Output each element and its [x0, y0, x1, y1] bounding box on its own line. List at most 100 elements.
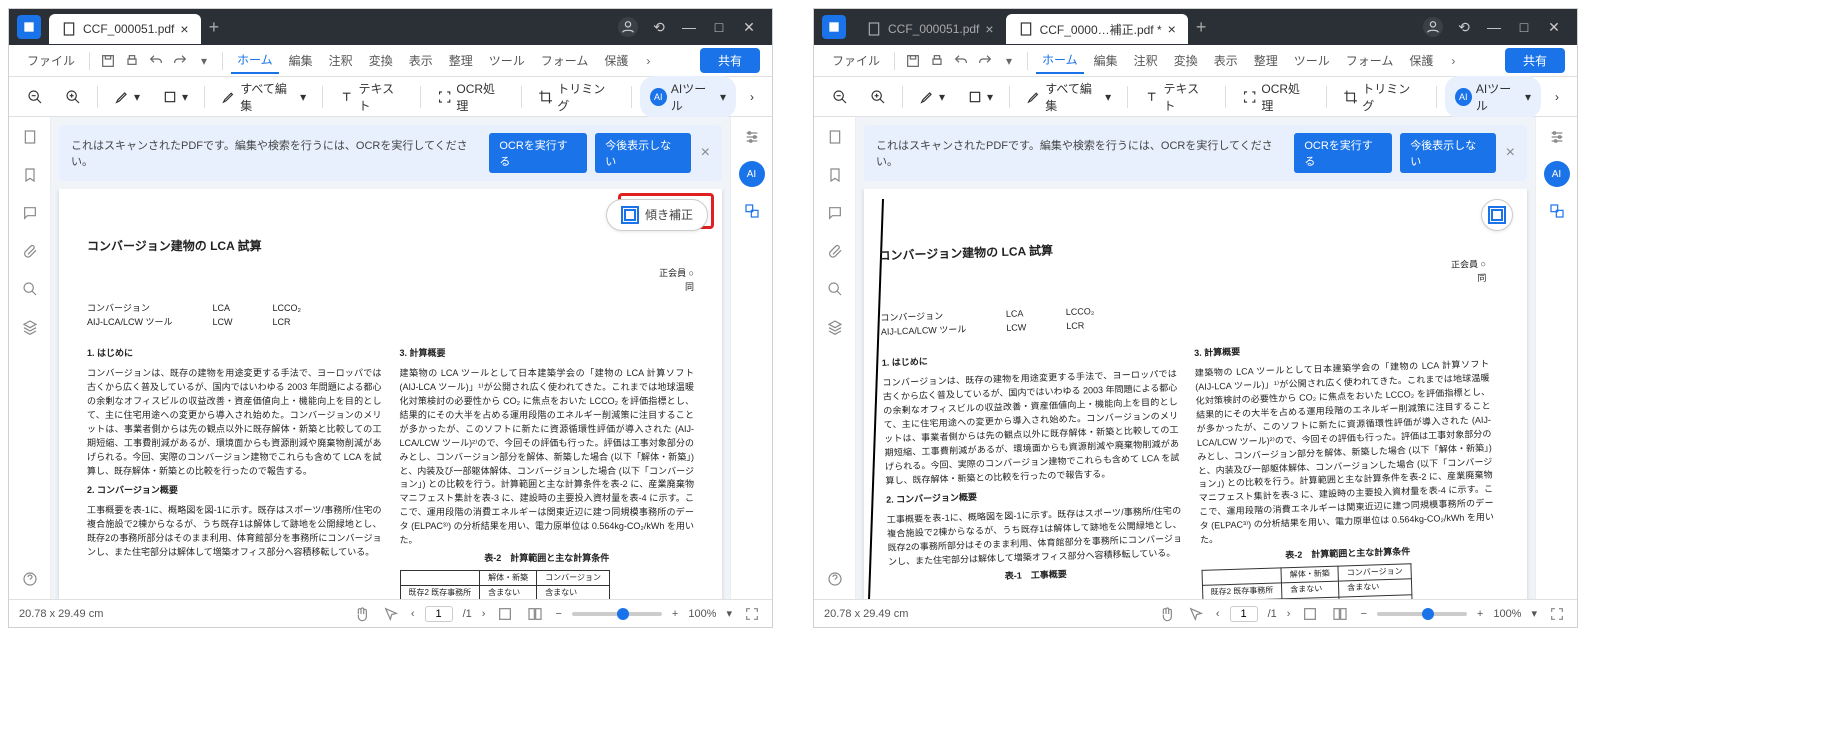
close-button[interactable]: ✕	[1539, 12, 1569, 42]
settings-icon[interactable]	[1547, 127, 1567, 147]
dropdown-icon[interactable]: ▾	[999, 51, 1019, 71]
user-icon[interactable]	[618, 17, 638, 37]
thumbnail-icon[interactable]	[825, 127, 845, 147]
comment-icon[interactable]	[825, 203, 845, 223]
menu-home[interactable]: ホーム	[231, 47, 279, 74]
highlight-icon[interactable]: ▾	[106, 85, 148, 109]
trim-button[interactable]: トリミング	[530, 76, 623, 118]
zoom-dropdown-icon[interactable]: ▾	[1531, 607, 1537, 620]
tab-close-icon[interactable]: ×	[180, 21, 188, 37]
fullscreen-icon[interactable]	[742, 604, 762, 624]
help-icon[interactable]	[825, 569, 845, 589]
text-button[interactable]: テキスト	[331, 76, 412, 118]
ai-badge[interactable]: AI	[739, 161, 765, 187]
layout-icon[interactable]	[525, 604, 545, 624]
menu-organize[interactable]: 整理	[1248, 48, 1284, 73]
menu-protect[interactable]: 保護	[598, 48, 634, 73]
next-page-icon[interactable]: ›	[482, 608, 486, 620]
menu-annotate[interactable]: 注釈	[323, 48, 359, 73]
ai-tools-button[interactable]: AIAIツール▾	[640, 76, 736, 118]
settings-icon[interactable]	[742, 127, 762, 147]
deskew-button[interactable]: 傾き補正	[606, 199, 708, 231]
ocr-button[interactable]: OCR処理	[1234, 76, 1318, 118]
zoom-out-button[interactable]	[19, 85, 51, 109]
layout-icon[interactable]	[1330, 604, 1350, 624]
select-icon[interactable]	[1186, 604, 1206, 624]
page-input[interactable]	[1230, 606, 1258, 622]
share-button[interactable]: 共有	[1505, 48, 1565, 73]
save-icon[interactable]	[98, 51, 118, 71]
fullscreen-icon[interactable]	[1547, 604, 1567, 624]
redo-icon[interactable]	[975, 51, 995, 71]
hand-icon[interactable]	[351, 604, 371, 624]
layers-icon[interactable]	[20, 317, 40, 337]
prev-page-icon[interactable]: ‹	[1216, 608, 1220, 620]
next-page-icon[interactable]: ›	[1287, 608, 1291, 620]
tab-1[interactable]: CCF_0000…補正.pdf * ×	[1006, 14, 1188, 44]
close-button[interactable]: ✕	[734, 12, 764, 42]
tab-0[interactable]: CCF_000051.pdf ×	[854, 14, 1006, 44]
select-icon[interactable]	[381, 604, 401, 624]
menu-file[interactable]: ファイル	[826, 48, 886, 73]
text-button[interactable]: テキスト	[1136, 76, 1217, 118]
zoom-plus-icon[interactable]: +	[672, 608, 678, 620]
deskew-button[interactable]	[1481, 199, 1513, 231]
menu-view[interactable]: 表示	[403, 48, 439, 73]
attachment-icon[interactable]	[825, 241, 845, 261]
shape-icon[interactable]: ▾	[959, 85, 1001, 109]
zoom-in-button[interactable]	[57, 85, 89, 109]
zoom-out-button[interactable]	[824, 85, 856, 109]
tab-close-icon[interactable]: ×	[985, 21, 993, 37]
menu-convert[interactable]: 変換	[1168, 48, 1204, 73]
menu-view[interactable]: 表示	[1208, 48, 1244, 73]
bookmark-icon[interactable]	[825, 165, 845, 185]
hand-icon[interactable]	[1156, 604, 1176, 624]
zoom-slider[interactable]	[1377, 612, 1467, 616]
menu-file[interactable]: ファイル	[21, 48, 81, 73]
ocr-hide-button[interactable]: 今後表示しない	[1400, 133, 1495, 173]
ai-tools-button[interactable]: AIAIツール▾	[1445, 76, 1541, 118]
menu-organize[interactable]: 整理	[443, 48, 479, 73]
zoom-plus-icon[interactable]: +	[1477, 608, 1483, 620]
more-icon[interactable]: ›	[1443, 51, 1463, 71]
tab-add-button[interactable]: +	[1196, 17, 1207, 38]
menu-convert[interactable]: 変換	[363, 48, 399, 73]
ocr-hide-button[interactable]: 今後表示しない	[595, 133, 690, 173]
user-icon[interactable]	[1423, 17, 1443, 37]
sync-icon[interactable]: ⟲	[1449, 12, 1479, 42]
more-tools-icon[interactable]: ›	[1547, 86, 1567, 108]
prev-page-icon[interactable]: ‹	[411, 608, 415, 620]
more-tools-icon[interactable]: ›	[742, 86, 762, 108]
minimize-button[interactable]: —	[674, 12, 704, 42]
menu-tools[interactable]: ツール	[483, 48, 531, 73]
tab-add-button[interactable]: +	[209, 17, 220, 38]
page-input[interactable]	[425, 606, 453, 622]
ocr-banner-close-icon[interactable]: ×	[1506, 144, 1515, 162]
menu-home[interactable]: ホーム	[1036, 47, 1084, 74]
sync-icon[interactable]: ⟲	[644, 12, 674, 42]
menu-form[interactable]: フォーム	[535, 48, 595, 73]
redo-icon[interactable]	[170, 51, 190, 71]
zoom-minus-icon[interactable]: −	[555, 608, 561, 620]
maximize-button[interactable]: □	[704, 12, 734, 42]
fit-icon[interactable]	[1300, 604, 1320, 624]
search-icon[interactable]	[20, 279, 40, 299]
comment-icon[interactable]	[20, 203, 40, 223]
edit-all-button[interactable]: すべて編集▾	[213, 76, 314, 118]
menu-form[interactable]: フォーム	[1340, 48, 1400, 73]
shape-icon[interactable]: ▾	[154, 85, 196, 109]
ocr-run-button[interactable]: OCRを実行する	[489, 133, 587, 173]
attachment-icon[interactable]	[20, 241, 40, 261]
print-icon[interactable]	[927, 51, 947, 71]
menu-protect[interactable]: 保護	[1403, 48, 1439, 73]
undo-icon[interactable]	[951, 51, 971, 71]
share-button[interactable]: 共有	[700, 48, 760, 73]
zoom-slider[interactable]	[572, 612, 662, 616]
ai-badge[interactable]: AI	[1544, 161, 1570, 187]
zoom-dropdown-icon[interactable]: ▾	[726, 607, 732, 620]
tab-0[interactable]: CCF_000051.pdf ×	[49, 14, 201, 44]
layers-icon[interactable]	[825, 317, 845, 337]
search-icon[interactable]	[825, 279, 845, 299]
maximize-button[interactable]: □	[1509, 12, 1539, 42]
ocr-run-button[interactable]: OCRを実行する	[1294, 133, 1392, 173]
